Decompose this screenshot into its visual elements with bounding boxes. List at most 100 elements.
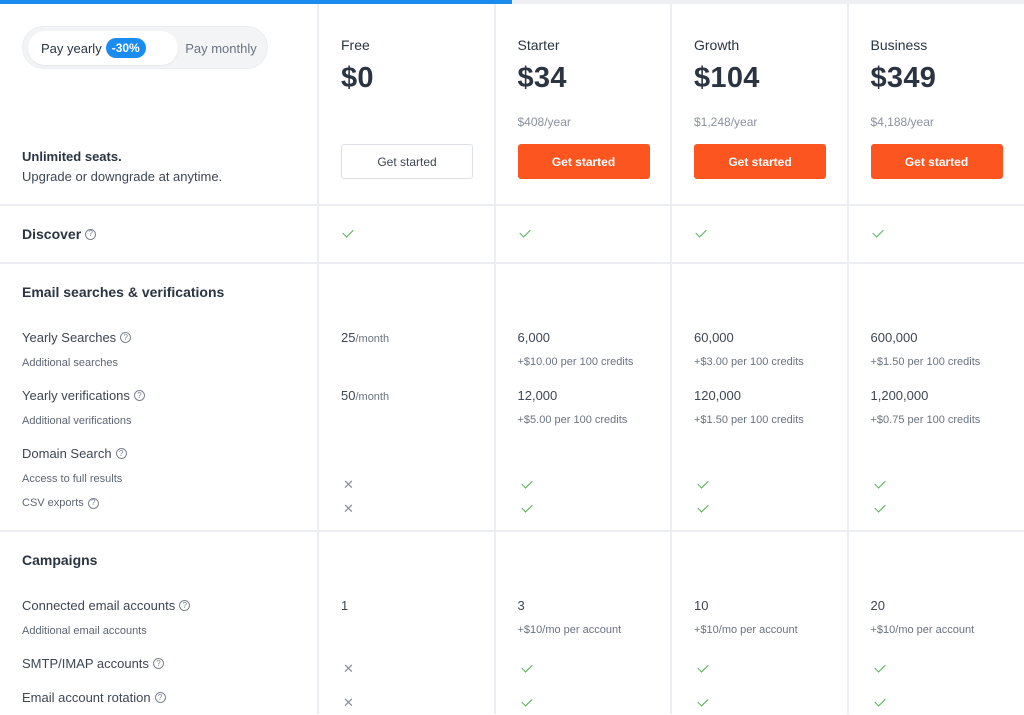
feature-availability xyxy=(696,500,708,518)
yearly-searches-label: Yearly Searches ? xyxy=(22,330,132,345)
feature-availability xyxy=(873,500,885,518)
plan-yearly-price: $1,248/year xyxy=(694,115,758,129)
feature-label: Email account rotation xyxy=(22,690,151,705)
email-section-labels: Email searches & verifications Yearly Se… xyxy=(0,264,317,530)
additional-accounts-price: +$10/mo per account xyxy=(517,624,622,636)
help-icon[interactable]: ? xyxy=(152,658,164,669)
yearly-searches-value: 600,000 xyxy=(870,330,918,345)
billing-toggle: Pay yearly -30% Pay monthly xyxy=(22,26,268,69)
yearly-verifications-value: 120,000 xyxy=(694,388,741,403)
help-icon[interactable]: ? xyxy=(154,692,166,703)
feature-availability xyxy=(873,660,885,678)
plan-name: Free xyxy=(341,37,370,53)
cross-icon: ✕ xyxy=(343,501,354,516)
pay-monthly-option[interactable]: Pay monthly xyxy=(177,31,265,65)
additional-searches-price: +$1.50 per 100 credits xyxy=(870,356,981,368)
discover-label-cell: Discover ? xyxy=(0,206,317,262)
plans-header-row: Pay yearly -30% Pay monthly Unlimited se… xyxy=(0,4,1024,206)
pay-yearly-option[interactable]: Pay yearly -30% xyxy=(28,31,178,65)
feature-label: CSV exports xyxy=(22,497,84,509)
connected-accounts-value: 1 xyxy=(341,598,349,613)
help-icon[interactable]: ? xyxy=(87,497,99,509)
email-rotation-label: Email account rotation ? xyxy=(22,690,166,705)
plan-price: $104 xyxy=(694,62,760,94)
help-icon[interactable]: ? xyxy=(133,390,145,401)
check-icon xyxy=(520,481,532,489)
check-icon xyxy=(520,665,532,673)
check-icon xyxy=(520,505,532,513)
campaign-values-free: 1 ✕ ✕ xyxy=(317,532,494,714)
help-icon[interactable]: ? xyxy=(85,228,97,240)
check-icon xyxy=(694,230,706,238)
additional-email-accounts-label: Additional email accounts xyxy=(22,625,147,637)
plan-name: Business xyxy=(870,37,928,53)
feature-availability: ✕ xyxy=(343,500,354,518)
smtp-imap-label: SMTP/IMAP accounts ? xyxy=(22,656,164,671)
get-started-button-free[interactable]: Get started xyxy=(341,144,473,179)
plan-name: Growth xyxy=(694,37,740,53)
get-started-button-business[interactable]: Get started xyxy=(870,144,1003,179)
feature-availability xyxy=(696,476,708,494)
check-icon xyxy=(520,699,532,707)
access-full-results-label: Access to full results xyxy=(22,473,123,485)
value-unit: /month xyxy=(355,333,390,345)
feature-availability: ✕ xyxy=(343,694,354,712)
feature-label: Yearly Searches xyxy=(22,330,117,345)
unlimited-seats-title: Unlimited seats. xyxy=(22,149,122,164)
header-label-cell: Pay yearly -30% Pay monthly Unlimited se… xyxy=(0,4,317,204)
campaigns-labels: Campaigns Connected email accounts ? Add… xyxy=(0,532,317,714)
check-icon xyxy=(696,699,708,707)
yearly-verifications-label: Yearly verifications ? xyxy=(22,388,145,403)
plan-name: Starter xyxy=(517,37,560,53)
feature-availability xyxy=(520,660,532,678)
help-icon[interactable]: ? xyxy=(120,332,132,343)
check-icon xyxy=(873,481,885,489)
help-icon[interactable]: ? xyxy=(179,600,191,611)
feature-label: Domain Search xyxy=(22,446,112,461)
discover-cell xyxy=(317,206,494,262)
check-icon xyxy=(873,665,885,673)
yearly-searches-value: 60,000 xyxy=(694,330,734,345)
discover-cell xyxy=(846,206,1024,262)
check-icon xyxy=(873,699,885,707)
additional-accounts-price: +$10/mo per account xyxy=(694,624,798,636)
help-icon[interactable]: ? xyxy=(115,448,127,459)
connected-email-accounts-label: Connected email accounts ? xyxy=(22,598,191,613)
additional-searches-price: +$10.00 per 100 credits xyxy=(517,356,634,368)
check-icon xyxy=(871,230,883,238)
discover-cell xyxy=(670,206,847,262)
discover-title: Discover ? xyxy=(22,226,97,242)
discover-cell xyxy=(493,206,671,262)
yearly-verifications-value: 50/month xyxy=(341,388,390,403)
additional-verifications-label: Additional verifications xyxy=(22,415,132,427)
plan-price: $34 xyxy=(517,62,567,94)
additional-accounts-price: +$10/mo per account xyxy=(870,624,975,636)
campaign-values-business: 20 +$10/mo per account xyxy=(846,532,1024,714)
cross-icon: ✕ xyxy=(343,695,354,710)
upgrade-note: Upgrade or downgrade at anytime. xyxy=(22,169,223,184)
connected-accounts-value: 10 xyxy=(694,598,709,613)
csv-exports-label: CSV exports ? xyxy=(22,497,99,509)
check-icon xyxy=(696,481,708,489)
cross-icon: ✕ xyxy=(343,661,354,676)
get-started-button-starter[interactable]: Get started xyxy=(517,144,650,179)
check-icon xyxy=(341,230,353,238)
domain-search-label: Domain Search ? xyxy=(22,446,127,461)
additional-verifications-price: +$0.75 per 100 credits xyxy=(870,414,981,426)
check-icon xyxy=(518,230,530,238)
campaigns-title: Campaigns xyxy=(22,552,98,568)
discover-label: Discover xyxy=(22,226,82,242)
yearly-searches-value: 25/month xyxy=(341,330,390,345)
get-started-button-growth[interactable]: Get started xyxy=(694,144,826,179)
email-values-free: 25/month 50/month ✕ ✕ xyxy=(317,264,494,530)
plan-yearly-price: $4,188/year xyxy=(870,115,934,129)
connected-accounts-value: 20 xyxy=(870,598,885,613)
check-icon xyxy=(696,665,708,673)
plan-price: $0 xyxy=(341,62,374,94)
feature-availability xyxy=(873,476,885,494)
check-icon xyxy=(696,505,708,513)
feature-availability xyxy=(520,500,532,518)
feature-availability: ✕ xyxy=(343,660,354,678)
plan-price: $349 xyxy=(870,62,937,94)
campaign-values-growth: 10 +$10/mo per account xyxy=(670,532,847,714)
